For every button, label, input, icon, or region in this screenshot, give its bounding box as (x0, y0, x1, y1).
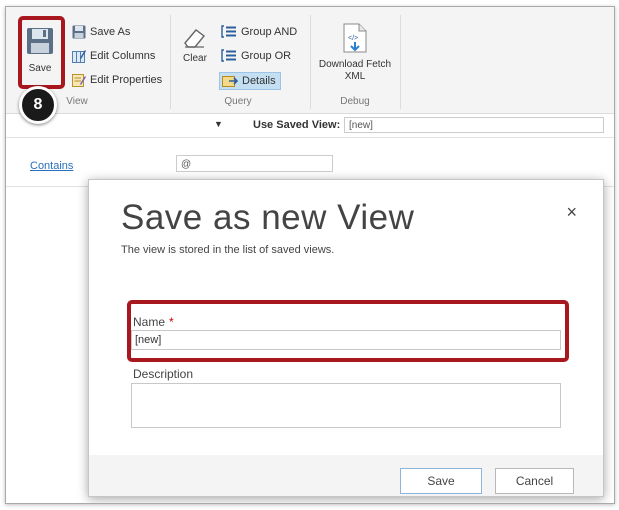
debug-group-label: Debug (340, 96, 370, 107)
edit-columns-button[interactable]: Edit Columns (72, 49, 155, 63)
query-group-label: Query (224, 96, 252, 107)
dialog-subtitle: The view is stored in the list of saved … (121, 244, 335, 256)
dialog-title: Save as new View (121, 198, 415, 237)
view-group-label: View (66, 96, 88, 107)
clear-label: Clear (183, 53, 207, 64)
group-or-label: Group OR (241, 49, 292, 62)
download-fetch-xml-button[interactable]: </> Download Fetch XML (312, 21, 398, 85)
dialog-save-button[interactable]: Save (400, 468, 482, 494)
download-label-line2: XML (344, 71, 366, 82)
operator-link[interactable]: Contains (30, 160, 73, 172)
description-field-label: Description (133, 367, 194, 381)
edit-properties-label: Edit Properties (90, 74, 163, 86)
edit-columns-label: Edit Columns (90, 50, 156, 62)
close-icon[interactable]: × (566, 202, 577, 223)
edit-columns-icon (72, 50, 86, 63)
group-and-button[interactable]: Group AND (221, 25, 297, 38)
ribbon-separator (170, 15, 171, 109)
ribbon-separator (310, 15, 311, 109)
ribbon-separator (400, 15, 401, 109)
edit-properties-icon (72, 74, 86, 87)
details-label: Details (242, 75, 276, 87)
save-as-label: Save As (90, 26, 131, 38)
saved-view-select[interactable]: [new] (344, 117, 604, 133)
group-or-button[interactable]: Group OR (221, 49, 291, 62)
clear-button[interactable]: Clear (178, 25, 212, 85)
save-view-dialog: Save as new View The view is stored in t… (88, 179, 604, 497)
eraser-icon (184, 29, 206, 48)
criteria-value-input[interactable]: @ (176, 155, 333, 172)
ribbon: Save Save As Edit Columns Edit Propertie… (6, 7, 614, 114)
group-and-label: Group AND (241, 25, 298, 38)
download-xml-icon: </> (343, 23, 367, 53)
details-button[interactable]: Details (219, 72, 281, 90)
use-saved-view-label: Use Saved View: (253, 119, 341, 131)
name-field-highlight (127, 300, 569, 362)
svg-text:</>: </> (348, 35, 358, 42)
save-as-button[interactable]: Save As (72, 25, 130, 39)
details-icon (222, 76, 238, 87)
edit-properties-button[interactable]: Edit Properties (72, 73, 162, 87)
step-number-badge: 8 (19, 86, 57, 124)
save-as-icon (72, 25, 86, 39)
save-button-highlight (18, 16, 65, 89)
dialog-cancel-button[interactable]: Cancel (495, 468, 574, 494)
group-and-icon (221, 25, 236, 38)
app-window: Save Save As Edit Columns Edit Propertie… (5, 6, 615, 504)
saved-view-bar: ▼ Use Saved View: [new] (6, 115, 614, 138)
description-textarea[interactable] (131, 383, 561, 428)
download-label-line1: Download Fetch (318, 59, 392, 70)
group-or-icon (221, 49, 236, 62)
entity-dropdown-caret[interactable]: ▼ (214, 119, 223, 129)
